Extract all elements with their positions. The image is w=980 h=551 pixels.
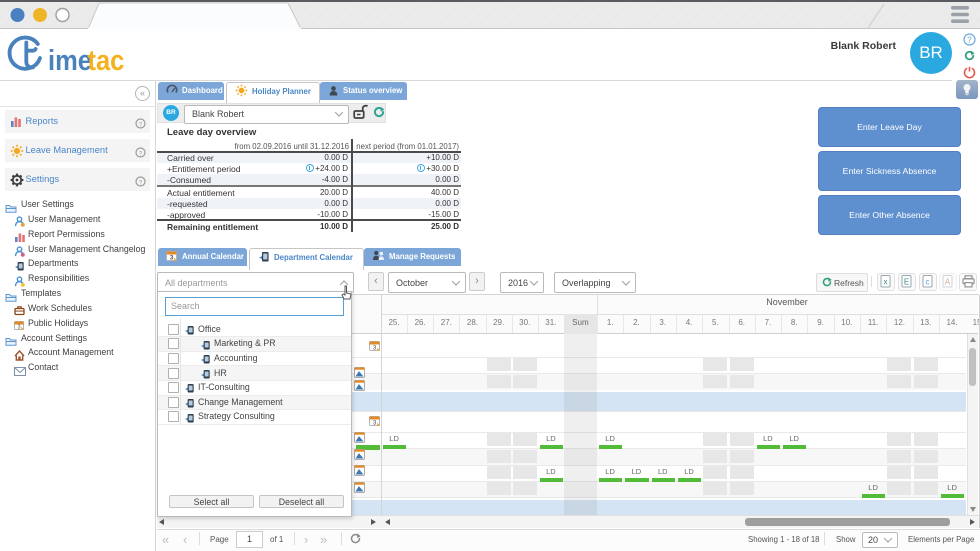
svg-text:ime: ime [48, 43, 92, 75]
svg-text:3: 3 [373, 420, 377, 427]
svg-text:3: 3 [17, 325, 20, 331]
svg-text:3: 3 [170, 254, 174, 261]
svg-text:?: ? [967, 36, 972, 45]
svg-text:tac: tac [88, 43, 125, 75]
svg-text:c: c [926, 278, 930, 287]
svg-text:A: A [945, 278, 951, 287]
svg-text:E: E [904, 278, 909, 287]
svg-text:3: 3 [373, 344, 377, 351]
svg-text:x: x [884, 278, 888, 287]
